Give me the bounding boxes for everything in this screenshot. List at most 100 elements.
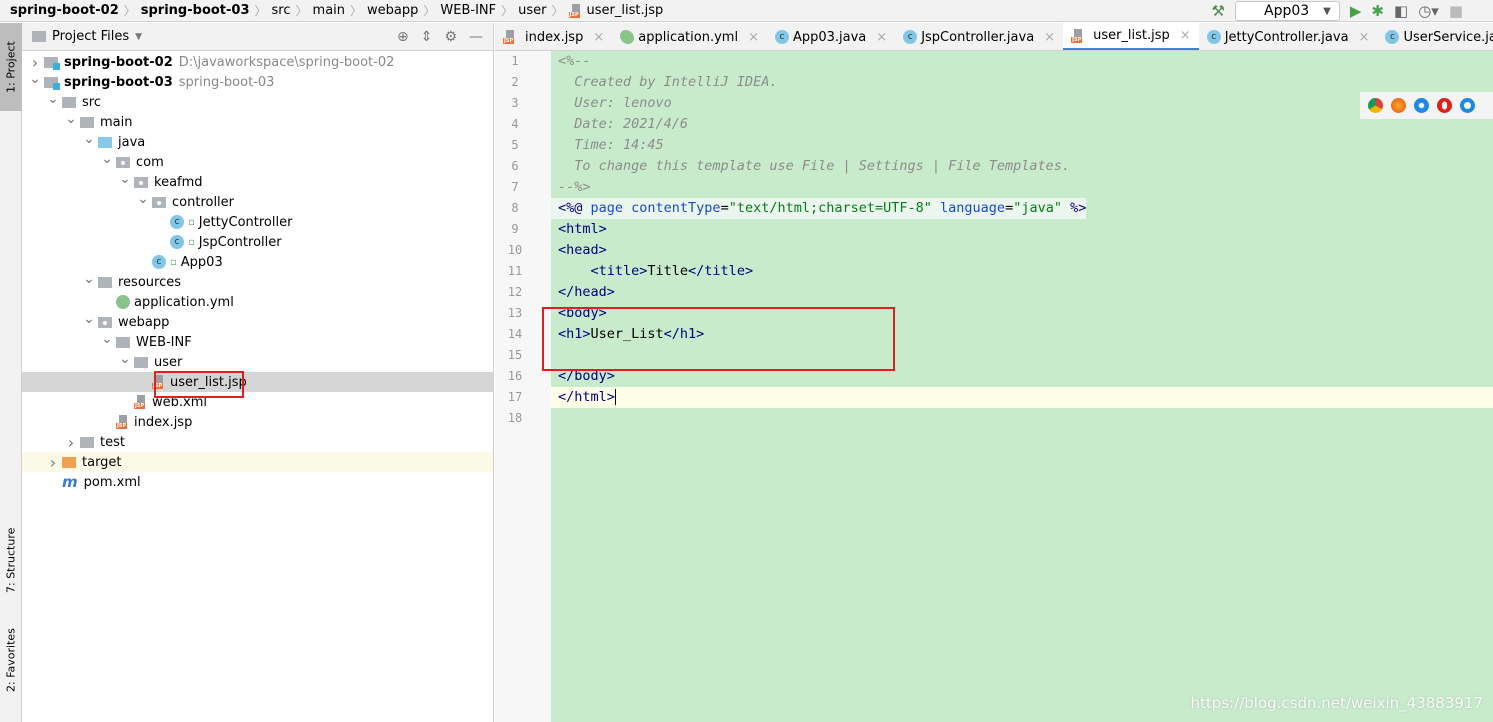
code-line: <%--: [551, 51, 591, 72]
gear-icon[interactable]: ⚙: [444, 29, 457, 45]
close-icon[interactable]: ×: [1044, 30, 1055, 45]
close-icon[interactable]: ×: [1180, 28, 1191, 43]
tab-app03-java[interactable]: c App03.java ×: [767, 23, 895, 50]
line-number: 15: [507, 348, 523, 362]
breadcrumb-item[interactable]: spring-boot-02: [10, 3, 119, 18]
tree-item-com[interactable]: ⌄ com: [22, 151, 493, 172]
stop-icon[interactable]: ■: [1449, 2, 1463, 20]
tree-item-web-xml[interactable]: web.xml: [22, 392, 493, 412]
chevron-down-icon[interactable]: ▼: [135, 32, 142, 42]
code-token: </title>: [688, 263, 754, 279]
tree-item-spring-boot-02[interactable]: › spring-boot-02 D:\javaworkspace\spring-b…: [22, 52, 493, 72]
chevron-down-icon[interactable]: ⌄: [116, 171, 134, 187]
run-config-label: App03: [1264, 3, 1310, 19]
run-icon[interactable]: ▶: [1350, 2, 1362, 20]
chevron-right-icon[interactable]: ›: [62, 433, 80, 452]
opera-icon[interactable]: [1437, 98, 1452, 113]
chevron-right-icon[interactable]: ›: [26, 53, 44, 72]
close-icon[interactable]: ×: [876, 30, 887, 45]
breadcrumb-item[interactable]: WEB-INF: [440, 3, 496, 18]
line-number: 12: [507, 285, 523, 299]
tree-item-keafmd[interactable]: ⌄ keafmd: [22, 171, 493, 192]
locate-icon[interactable]: ⊕: [397, 29, 409, 45]
tab-user-list-jsp[interactable]: user_list.jsp ×: [1063, 23, 1199, 50]
code-token: <%--: [558, 53, 591, 69]
tree-item-pom-xml[interactable]: m pom.xml: [22, 472, 493, 492]
close-icon[interactable]: ×: [593, 30, 604, 45]
project-view-select[interactable]: Project Files: [52, 29, 129, 44]
chevron-right-icon[interactable]: ›: [44, 453, 62, 472]
tool-window-structure[interactable]: 7: Structure: [0, 518, 22, 603]
tree-item-webapp[interactable]: ⌄ webapp: [22, 311, 493, 332]
chevron-down-icon[interactable]: ⌄: [44, 91, 62, 107]
tree-item-jspcontroller[interactable]: c ▫ JspController: [22, 232, 493, 252]
chevron-down-icon[interactable]: ⌄: [80, 311, 98, 327]
tab-index-jsp[interactable]: index.jsp ×: [495, 23, 612, 50]
tool-window-favorites[interactable]: 2: Favorites: [0, 618, 22, 703]
tree-item-resources[interactable]: ⌄ resources: [22, 271, 493, 292]
tree-item-label: spring-boot-02: [64, 54, 173, 70]
line-number: 13: [507, 306, 523, 320]
code-line: Created by IntelliJ IDEA.: [551, 72, 777, 93]
breadcrumb-item[interactable]: main: [313, 3, 345, 18]
ie-icon[interactable]: [1460, 98, 1475, 113]
project-panel: Project Files ▼ ⊕ ⇕ ⚙ — › spring-boot-02 D…: [22, 23, 494, 722]
jsp-file-icon: [1071, 28, 1085, 43]
chevron-down-icon[interactable]: ⌄: [98, 331, 116, 347]
chevron-right-icon: 〉: [350, 4, 363, 18]
tab-jettycontroller-java[interactable]: c JettyController.java ×: [1199, 23, 1378, 50]
chevron-down-icon[interactable]: ⌄: [134, 191, 152, 207]
build-hammer-icon[interactable]: ⚒: [1212, 2, 1225, 20]
tree-item-label: com: [136, 154, 164, 170]
collapse-all-icon[interactable]: ⇕: [421, 29, 433, 45]
close-icon[interactable]: ×: [1359, 30, 1370, 45]
yml-file-icon: [620, 30, 635, 44]
tree-item-src[interactable]: ⌄ src: [22, 91, 493, 112]
tree-item-label: main: [100, 114, 133, 130]
close-icon[interactable]: ×: [748, 30, 759, 45]
tree-item-jettycontroller[interactable]: c ▫ JettyController: [22, 212, 493, 232]
tree-item-target[interactable]: › target: [22, 452, 493, 472]
tab-application-yml[interactable]: application.yml ×: [612, 23, 767, 50]
chevron-down-icon[interactable]: ⌄: [98, 151, 116, 167]
safari-icon[interactable]: [1414, 98, 1429, 113]
chevron-down-icon[interactable]: ⌄: [80, 271, 98, 287]
chevron-down-icon[interactable]: ⌄: [26, 71, 44, 87]
tab-userservice-java[interactable]: cUserService.java×: [1377, 23, 1493, 50]
breadcrumb-item[interactable]: src: [272, 3, 291, 18]
tree-item-controller[interactable]: ⌄ controller: [22, 191, 493, 212]
tree-item-main[interactable]: ⌄ main: [22, 111, 493, 132]
tree-item-index-jsp[interactable]: index.jsp: [22, 412, 493, 432]
tool-window-project[interactable]: 1: Project: [0, 23, 22, 111]
tree-item-test[interactable]: › test: [22, 432, 493, 452]
chevron-down-icon[interactable]: ⌄: [80, 131, 98, 147]
tree-item-app03[interactable]: c ▫ App03: [22, 252, 493, 272]
tree-item-label: src: [82, 94, 101, 110]
chevron-down-icon[interactable]: ⌄: [116, 351, 134, 367]
breadcrumb-item[interactable]: spring-boot-03: [141, 3, 250, 18]
folder-icon: [80, 116, 94, 128]
tree-item-java[interactable]: ⌄ java: [22, 131, 493, 152]
tab-label: App03.java: [792, 29, 867, 45]
breadcrumb-item[interactable]: user_list.jsp: [568, 3, 663, 18]
run-config-select[interactable]: App03 ▼: [1235, 1, 1340, 21]
debug-icon[interactable]: ✱: [1371, 2, 1384, 20]
code-line: </html>: [551, 387, 1493, 408]
chrome-icon[interactable]: [1368, 98, 1383, 113]
tree-item-user[interactable]: ⌄ user: [22, 351, 493, 372]
folder-icon: [116, 336, 130, 348]
breadcrumb-item[interactable]: webapp: [367, 3, 418, 18]
firefox-icon[interactable]: [1391, 98, 1406, 113]
tree-item-web-inf[interactable]: ⌄ WEB-INF: [22, 331, 493, 352]
tree-item-user-list-jsp[interactable]: user_list.jsp: [22, 372, 493, 392]
tree-item-application-yml[interactable]: application.yml: [22, 292, 493, 312]
coverage-icon[interactable]: ◧: [1394, 2, 1408, 20]
profile-icon[interactable]: ◷▾: [1418, 2, 1439, 20]
breadcrumb-item[interactable]: user: [518, 3, 546, 18]
tree-item-spring-boot-03[interactable]: ⌄ spring-boot-03 spring-boot-03: [22, 71, 493, 92]
chevron-down-icon[interactable]: ⌄: [62, 111, 80, 127]
class-icon: c: [903, 30, 918, 44]
hide-icon[interactable]: —: [469, 29, 483, 45]
tab-jspcontroller-java[interactable]: c JspController.java ×: [895, 23, 1063, 50]
tab-label: application.yml: [638, 29, 739, 45]
